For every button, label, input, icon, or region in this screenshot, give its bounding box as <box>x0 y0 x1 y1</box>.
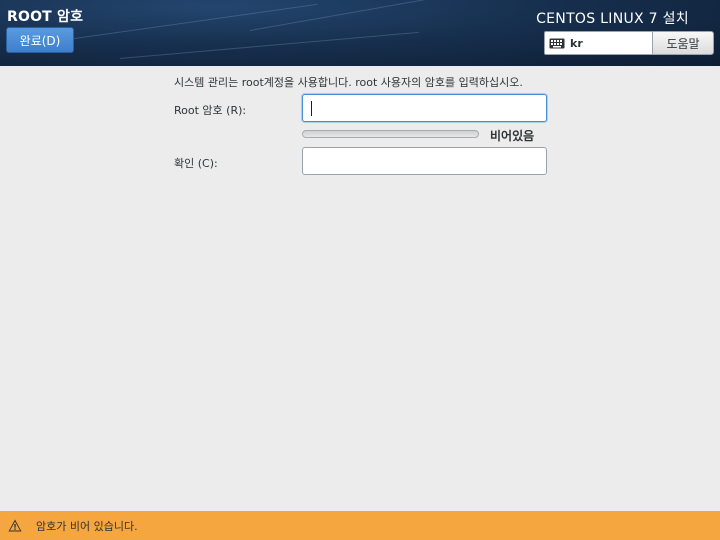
help-button[interactable]: 도움말 <box>652 31 714 55</box>
done-button[interactable]: 완료(D) <box>6 27 74 53</box>
instruction-text: 시스템 관리는 root계정을 사용합니다. root 사용자의 암호를 입력하… <box>174 76 523 89</box>
root-password-label: Root 암호 (R): <box>174 104 247 117</box>
status-bar: 암호가 비어 있습니다. <box>0 511 720 540</box>
confirm-password-field[interactable] <box>302 147 547 175</box>
status-message: 암호가 비어 있습니다. <box>36 519 138 533</box>
text-caret <box>311 101 312 116</box>
keyboard-layout-indicator[interactable]: kr <box>544 31 654 55</box>
root-password-field[interactable] <box>302 94 547 122</box>
header-bar: ROOT 암호 완료(D) CENTOS LINUX 7 설치 kr 도움말 <box>0 0 720 66</box>
install-title: CENTOS LINUX 7 설치 <box>536 11 689 27</box>
page-title: ROOT 암호 <box>7 9 84 25</box>
keyboard-layout-label: kr <box>570 36 583 50</box>
password-strength-label: 비어있음 <box>490 129 535 143</box>
keyboard-icon <box>549 38 565 48</box>
password-strength-bar <box>302 130 479 138</box>
confirm-password-label: 확인 (C): <box>174 157 218 170</box>
warning-icon <box>8 519 22 532</box>
